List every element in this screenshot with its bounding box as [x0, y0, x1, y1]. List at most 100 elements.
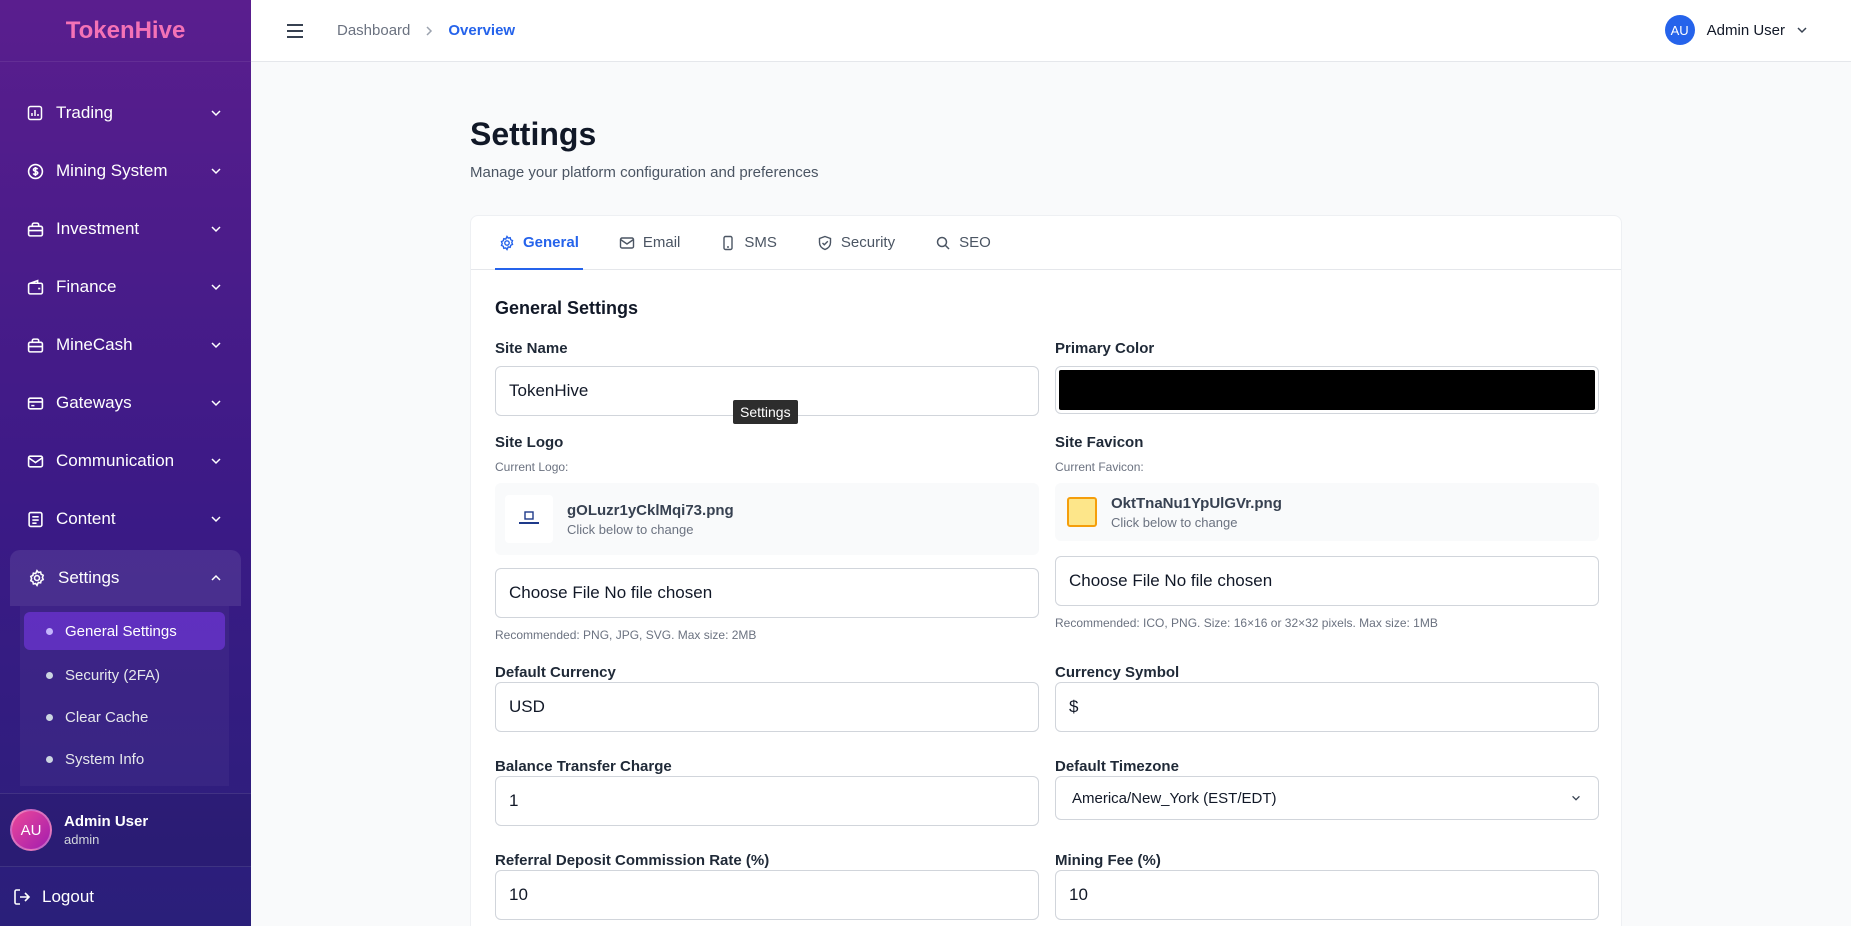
- chevron-down-icon: [211, 342, 221, 349]
- submenu-item-label: General Settings: [65, 622, 177, 640]
- tab-email[interactable]: Email: [615, 216, 685, 269]
- color-swatch: [1059, 370, 1595, 410]
- mail-icon: [24, 450, 46, 472]
- avatar: AU: [10, 809, 52, 851]
- sidebar-item-trading[interactable]: Trading: [0, 84, 251, 142]
- submenu-item-label: Clear Cache: [65, 708, 149, 726]
- sidebar-item-label: Content: [56, 509, 116, 528]
- settings-submenu: General Settings Security (2FA) Clear Ca…: [20, 606, 229, 786]
- gear-icon: [500, 234, 514, 251]
- breadcrumb-overview[interactable]: Overview: [448, 22, 515, 39]
- logo-file-input[interactable]: Choose File No file chosen: [495, 568, 1039, 618]
- tab-sms[interactable]: SMS: [716, 216, 781, 269]
- logo-thumbnail-icon: [505, 495, 553, 543]
- submenu-item-system-info[interactable]: System Info: [24, 738, 225, 780]
- logout-icon: [14, 889, 31, 905]
- user-menu[interactable]: AU Admin User: [1664, 15, 1809, 45]
- submenu-item-label: Security (2FA): [65, 666, 161, 684]
- menu-icon[interactable]: [283, 19, 307, 43]
- site-logo-label: Site Logo: [495, 434, 564, 451]
- balance-transfer-charge-label: Balance Transfer Charge: [495, 758, 672, 775]
- sidebar-item-settings[interactable]: Settings: [10, 550, 241, 606]
- tab-label: Email: [642, 234, 681, 251]
- mining-fee-input[interactable]: [1055, 870, 1599, 920]
- site-favicon-label: Site Favicon: [1055, 434, 1144, 451]
- currency-symbol-input[interactable]: [1055, 682, 1599, 732]
- sidebar-item-content[interactable]: Content: [0, 490, 251, 548]
- default-currency-input[interactable]: [495, 682, 1039, 732]
- chevron-down-icon: [211, 284, 221, 291]
- dollar-circle-icon: [24, 160, 46, 182]
- sidebar-user-card[interactable]: AU Admin User admin: [0, 793, 251, 867]
- tab-label: SMS: [744, 234, 777, 251]
- default-timezone-select[interactable]: America/New_York (EST/EDT): [1055, 776, 1599, 820]
- sidebar-item-label: Communication: [56, 451, 175, 470]
- favicon-file-name: OktTnaNu1YpUlGVr.png: [1111, 494, 1282, 512]
- chevron-down-icon: [211, 226, 221, 233]
- page-title: Settings: [470, 116, 597, 152]
- chevron-down-icon: [1572, 795, 1580, 801]
- submenu-item-clear-cache[interactable]: Clear Cache: [24, 696, 225, 738]
- mail-icon: [619, 236, 635, 249]
- chevron-down-icon: [1797, 27, 1807, 34]
- wallet-icon: [24, 276, 46, 298]
- referral-rate-input[interactable]: [495, 870, 1039, 920]
- breadcrumb-dashboard[interactable]: Dashboard: [337, 22, 410, 39]
- sidebar-item-label: MineCash: [56, 335, 133, 354]
- default-timezone-label: Default Timezone: [1055, 758, 1179, 775]
- favicon-recommendation: Recommended: ICO, PNG. Size: 16×16 or 32…: [1055, 616, 1438, 630]
- logo-change-hint: Click below to change: [567, 521, 694, 537]
- tab-label: Security: [840, 234, 896, 251]
- favicon-change-hint: Click below to change: [1111, 514, 1238, 530]
- site-name-label: Site Name: [495, 340, 568, 357]
- briefcase-icon: [24, 218, 46, 240]
- favicon-file-input[interactable]: Choose File No file chosen: [1055, 556, 1599, 606]
- credit-card-icon: [24, 392, 46, 414]
- sidebar-item-label: Investment: [56, 219, 140, 238]
- bullet-icon: [46, 627, 53, 635]
- timezone-selected-value: America/New_York (EST/EDT): [1072, 789, 1277, 807]
- sidebar-item-label: Settings: [58, 568, 120, 587]
- logout-label: Logout: [42, 887, 94, 906]
- sidebar-item-communication[interactable]: Communication: [0, 432, 251, 490]
- tab-label: General: [523, 234, 579, 251]
- default-currency-label: Default Currency: [495, 664, 616, 681]
- sidebar-item-gateways[interactable]: Gateways: [0, 374, 251, 432]
- briefcase-icon: [24, 334, 46, 356]
- sidebar-item-label: Mining System: [56, 161, 168, 180]
- phone-icon: [723, 235, 734, 250]
- submenu-item-security-2fa[interactable]: Security (2FA): [24, 654, 225, 696]
- sidebar-item-label: Trading: [56, 103, 114, 122]
- search-icon: [936, 236, 950, 250]
- sidebar-item-mining-system[interactable]: Mining System: [0, 142, 251, 200]
- chart-icon: [24, 102, 46, 124]
- tab-security[interactable]: Security: [813, 216, 899, 269]
- bullet-icon: [46, 713, 53, 721]
- gear-icon: [26, 567, 48, 589]
- chevron-down-icon: [211, 458, 221, 465]
- sidebar-item-minecash[interactable]: MineCash: [0, 316, 251, 374]
- brand-logo[interactable]: TokenHive: [0, 0, 251, 62]
- chevron-up-icon: [211, 574, 221, 581]
- chevron-down-icon: [211, 400, 221, 407]
- balance-transfer-charge-input[interactable]: [495, 776, 1039, 826]
- section-title: General Settings: [495, 298, 639, 318]
- tab-general[interactable]: General: [495, 216, 583, 270]
- bullet-icon: [46, 671, 53, 679]
- document-icon: [24, 508, 46, 530]
- tooltip: Settings: [733, 400, 798, 424]
- chevron-right-icon: [426, 25, 433, 36]
- submenu-item-general-settings[interactable]: General Settings: [24, 612, 225, 650]
- primary-color-picker[interactable]: [1055, 366, 1599, 414]
- tab-seo[interactable]: SEO: [931, 216, 995, 269]
- settings-tabs: General Email SMS Security SEO: [471, 216, 1621, 270]
- logout-button[interactable]: Logout: [0, 876, 251, 918]
- logo-recommendation: Recommended: PNG, JPG, SVG. Max size: 2M…: [495, 628, 757, 642]
- sidebar-item-finance[interactable]: Finance: [0, 258, 251, 316]
- favicon-thumbnail-icon: [1067, 497, 1097, 527]
- current-logo-preview: gOLuzr1yCklMqi73.png Click below to chan…: [495, 483, 1039, 555]
- sidebar-item-investment[interactable]: Investment: [0, 200, 251, 258]
- top-bar: Dashboard Overview AU Admin User: [251, 0, 1851, 62]
- current-favicon-label: Current Favicon:: [1055, 460, 1144, 474]
- settings-card: General Email SMS Security SEO General S…: [470, 215, 1622, 926]
